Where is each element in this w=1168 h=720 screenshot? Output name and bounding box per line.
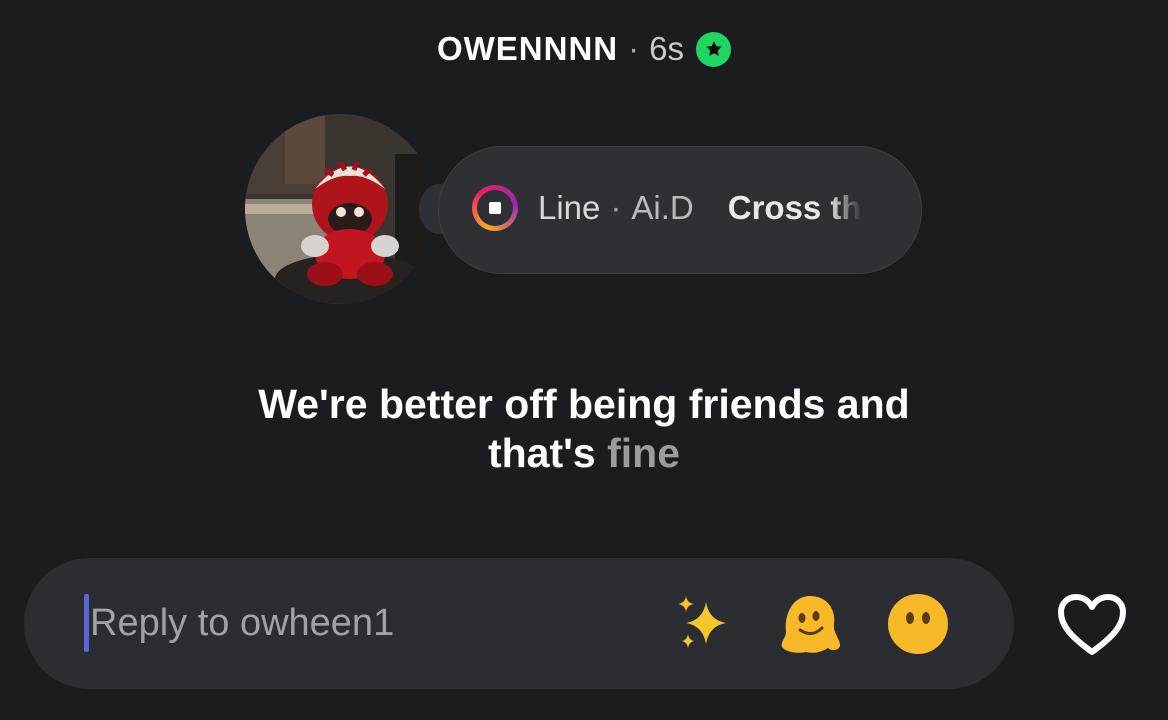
artist-name: Ai.D <box>631 189 694 226</box>
note-separator: · <box>610 189 622 226</box>
melting-face-icon[interactable] <box>778 592 842 656</box>
music-note-content[interactable]: Line · Ai.D Cross th <box>472 184 892 232</box>
sparkles-icon[interactable] <box>672 592 736 656</box>
lyric-line-2: that's fine <box>0 429 1168 478</box>
song-title: Line <box>538 189 601 226</box>
lyric-text: We're better off being friends and that'… <box>0 380 1168 478</box>
lyric-line-2-dim: fine <box>607 430 681 476</box>
face-without-mouth-icon[interactable] <box>886 592 950 656</box>
story-header: OWENNNN · 6s <box>0 30 1168 68</box>
music-note-icon <box>472 185 518 231</box>
lyric-preview: Cross th <box>727 189 862 226</box>
lyric-line-2-main: that's <box>487 430 596 476</box>
heart-icon[interactable] <box>1056 592 1128 658</box>
star-badge-icon <box>696 31 731 67</box>
username[interactable]: OWENNNN <box>437 30 618 68</box>
text-cursor <box>84 594 89 652</box>
reply-input[interactable]: Reply to owheen1 <box>90 598 510 648</box>
lyric-line-1: We're better off being friends and <box>258 381 910 427</box>
header-separator: · <box>628 30 640 67</box>
avatar[interactable] <box>245 114 435 304</box>
post-time: 6s <box>649 30 684 67</box>
